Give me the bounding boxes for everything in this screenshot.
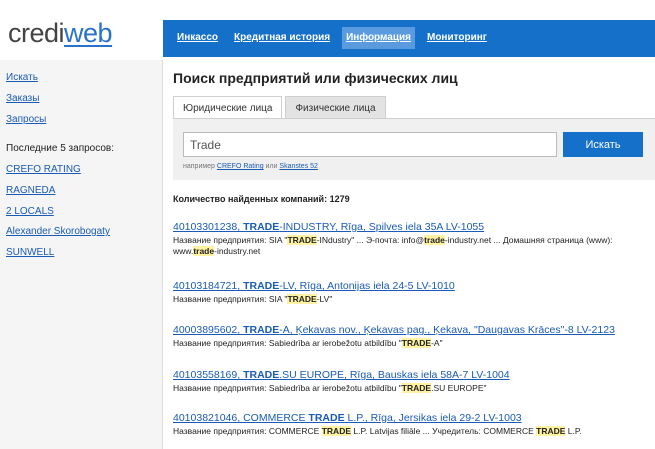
hint-example-skanstes[interactable]: Skanstes 52 [279, 163, 318, 170]
result-title-link[interactable]: 40103184721, TRADE-LV, Rīga, Antonijas i… [173, 280, 655, 292]
recent-item-sunwell[interactable]: SUNWELL [6, 247, 54, 258]
desc-text: Название предприятия: SIA " [173, 294, 288, 304]
hint-example-crefo[interactable]: CREFO Rating [217, 163, 264, 170]
title-text: -A, Ķekavas nov., Ķekavas pag., Ķekava, … [279, 324, 615, 336]
nav-credit-history[interactable]: Кредитная история [230, 27, 334, 49]
result-item: 40103558169, TRADE.SU EUROPE, Rīga, Baus… [173, 369, 655, 394]
desc-highlight: TRADE [287, 235, 317, 245]
desc-text: -INdustry" ... Э-почта: info@ [316, 235, 425, 245]
result-title-link[interactable]: 40003895602, TRADE-A, Ķekavas nov., Ķeka… [173, 324, 655, 336]
title-text: -INDUSTRY, Rīga, Spilves iela 35A LV-105… [279, 221, 485, 233]
desc-text: L.P. Latvijas filiāle ... Учредитель: CO… [351, 426, 537, 436]
desc-text: -industry.net [214, 246, 261, 256]
recent-requests-title: Последние 5 запросов: [6, 143, 114, 154]
recent-item-ragneda[interactable]: RAGNEDA [6, 185, 55, 196]
recent-item-2-locals[interactable]: 2 LOCALS [6, 206, 54, 217]
result-title-link[interactable]: 40103821046, COMMERCE TRADE L.P., Rīga, … [173, 412, 655, 424]
title-text: 40103558169, [173, 369, 244, 381]
search-button[interactable]: Искать [563, 132, 643, 157]
result-description: Название предприятия: SIA "TRADE-INdustr… [173, 235, 655, 257]
page-title: Поиск предприятий или физических лиц [173, 70, 458, 86]
crediweb-logo[interactable]: crediweb [8, 18, 113, 49]
result-item: 40103821046, COMMERCE TRADE L.P., Rīga, … [173, 412, 655, 437]
hint-prefix: например [183, 163, 215, 170]
nav-information[interactable]: Информация [342, 27, 415, 49]
result-description: Название предприятия: Sabiedrība ar iero… [173, 338, 655, 349]
search-panel: Искать например CREFO Rating или Skanste… [173, 118, 655, 180]
sidebar-link-orders[interactable]: Заказы [6, 93, 39, 104]
result-title-link[interactable]: 40103558169, TRADE.SU EUROPE, Rīga, Baus… [173, 369, 655, 381]
search-input[interactable] [183, 132, 557, 157]
desc-text: -LV" [316, 294, 333, 304]
desc-highlight: TRADE [536, 426, 566, 436]
result-item: 40103184721, TRADE-LV, Rīga, Antonijas i… [173, 280, 655, 305]
title-highlight: TRADE [243, 324, 280, 336]
desc-text: -A" [431, 338, 443, 348]
search-tabs: Юридические лица Физические лица [173, 96, 389, 119]
desc-highlight: trade [424, 235, 445, 245]
desc-highlight: TRADE [287, 294, 317, 304]
sidebar-link-search[interactable]: Искать [6, 72, 38, 83]
title-text: L.P., Rīga, Jersikas iela 29-2 LV-1003 [344, 412, 522, 424]
desc-text: Название предприятия: SIA " [173, 235, 288, 245]
search-hint: например CREFO Rating или Skanstes 52 [183, 163, 318, 170]
tab-individuals[interactable]: Физические лица [285, 96, 386, 119]
nav-inkasso[interactable]: Инкассо [173, 27, 222, 49]
title-highlight: TRADE [243, 369, 280, 381]
result-description: Название предприятия: COMMERCE TRADE L.P… [173, 426, 655, 437]
logo-text-web: web [64, 18, 113, 48]
title-text: 40103184721, [173, 280, 244, 292]
desc-text: .SU EUROPE" [431, 383, 487, 393]
desc-highlight: TRADE [321, 426, 351, 436]
result-description: Название предприятия: Sabiedrība ar iero… [173, 383, 655, 394]
title-highlight: TRADE [308, 412, 345, 424]
desc-text: Название предприятия: COMMERCE [173, 426, 322, 436]
title-text: .SU EUROPE, Rīga, Bauskas iela 58A-7 LV-… [279, 369, 510, 381]
sidebar: Искать Заказы Запросы Последние 5 запрос… [0, 60, 163, 449]
recent-item-alexander-skorobogaty[interactable]: Alexander Skorobogaty [6, 226, 110, 237]
title-highlight: TRADE [243, 280, 280, 292]
main-nav: Инкассо Кредитная история Информация Мон… [173, 27, 499, 49]
result-item: 40003895602, TRADE-A, Ķekavas nov., Ķeka… [173, 324, 655, 349]
logo-area: crediweb [0, 0, 163, 60]
title-text: 40103821046, COMMERCE [173, 412, 309, 424]
desc-highlight: TRADE [401, 338, 432, 348]
result-description: Название предприятия: SIA "TRADE-LV" [173, 294, 655, 305]
result-item: 40103301238, TRADE-INDUSTRY, Rīga, Spilv… [173, 221, 655, 257]
desc-text: Название предприятия: Sabiedrība ar iero… [173, 383, 402, 393]
desc-highlight: TRADE [401, 383, 432, 393]
desc-highlight: trade [193, 246, 215, 256]
title-highlight: TRADE [243, 221, 280, 233]
desc-text: L.P. [565, 426, 582, 436]
results-count: Количество найденных компаний: 1279 [173, 194, 350, 204]
logo-text-credi: credi [8, 18, 65, 48]
hint-or: или [265, 163, 278, 170]
title-text: -LV, Rīga, Antonijas iela 24-5 LV-1010 [279, 280, 455, 292]
nav-monitoring[interactable]: Мониторинг [423, 27, 491, 49]
top-navigation-bar: Инкассо Кредитная история Информация Мон… [163, 20, 655, 57]
desc-text: Название предприятия: Sabiedrība ar iero… [173, 338, 402, 348]
title-text: 40003895602, [173, 324, 244, 336]
tab-legal-entities[interactable]: Юридические лица [173, 96, 283, 119]
result-title-link[interactable]: 40103301238, TRADE-INDUSTRY, Rīga, Spilv… [173, 221, 655, 233]
title-text: 40103301238, [173, 221, 244, 233]
sidebar-link-requests[interactable]: Запросы [6, 114, 46, 125]
recent-item-crefo-rating[interactable]: CREFO RATING [6, 164, 81, 175]
